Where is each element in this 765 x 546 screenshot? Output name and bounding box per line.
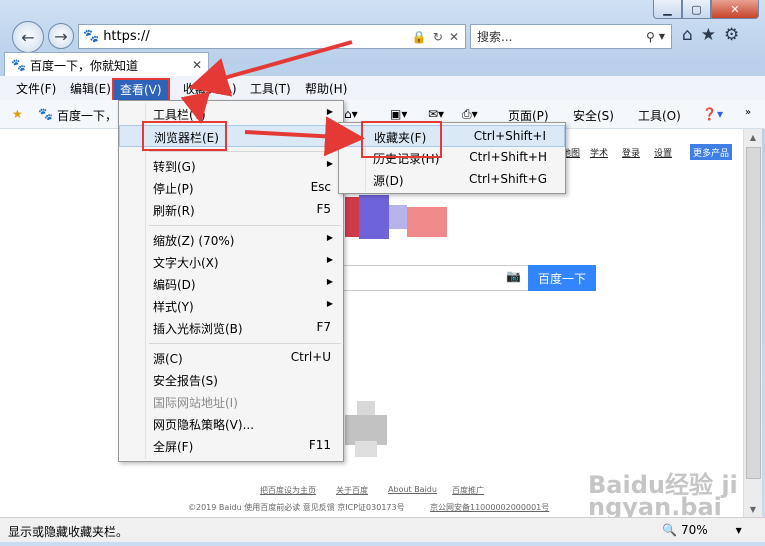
- close-tab-icon[interactable]: ✕: [192, 58, 202, 72]
- toplink-scholar[interactable]: 学术: [590, 146, 608, 159]
- back-arrow-icon: ←: [21, 27, 35, 47]
- star-icon[interactable]: ★: [701, 25, 716, 45]
- refresh-icon[interactable]: ↻: [433, 30, 443, 44]
- home-small-icon[interactable]: ⌂▾: [344, 107, 358, 121]
- submenu-arrow-icon: ▶: [326, 277, 333, 286]
- tab-favicon-icon: 🐾: [11, 58, 26, 72]
- feeds-icon[interactable]: ▣▾: [390, 107, 407, 121]
- baidu-search-input[interactable]: [342, 265, 529, 291]
- view-menu-text-size[interactable]: 文字大小(X) ▶: [119, 251, 343, 273]
- footer-link-about[interactable]: 关于百度: [336, 485, 368, 496]
- submenu-arrow-icon: ▶: [326, 255, 333, 264]
- forward-arrow-icon: →: [54, 26, 68, 46]
- submenu-arrow-icon: ▶: [326, 299, 333, 308]
- view-menu-intl-address: 国际网站地址(I): [153, 396, 238, 410]
- qr-code-blurred: [345, 401, 387, 457]
- menu-bar: 文件(F) 编辑(E) 查看(V) 收藏夹(A) 工具(T) 帮助(H): [0, 76, 765, 102]
- menu-file[interactable]: 文件(F): [16, 80, 56, 97]
- camera-icon[interactable]: 📷: [506, 269, 521, 283]
- print-icon[interactable]: ⎙▾: [462, 107, 478, 122]
- safety-menu[interactable]: 安全(S): [573, 107, 614, 124]
- view-menu-stop[interactable]: 停止(P) Esc: [119, 177, 343, 199]
- scroll-up-icon[interactable]: ▲: [744, 129, 762, 145]
- favorite-favicon-icon: 🐾: [38, 107, 53, 121]
- view-menu-source[interactable]: 源(C) Ctrl+U: [119, 347, 343, 369]
- submenu-arrow-icon: ▶: [325, 130, 332, 139]
- close-icon[interactable]: ✕: [449, 30, 459, 44]
- search-input[interactable]: 搜索... ⚲ ▼: [470, 24, 672, 49]
- view-menu-fullscreen[interactable]: 全屏(F) F11: [119, 435, 343, 457]
- search-icon[interactable]: ⚲: [646, 30, 655, 44]
- explorer-bar-feeds[interactable]: 源(D) Ctrl+Shift+G: [339, 169, 565, 191]
- scroll-thumb[interactable]: [746, 147, 761, 479]
- zoom-icon: 🔍: [662, 523, 677, 537]
- window-caption-buttons: ▁ ▢ ✕: [653, 0, 759, 20]
- footer-link-about-en[interactable]: About Baidu: [388, 485, 437, 494]
- browser-window: ▁ ▢ ✕ ← → 🐾 https:// 🔒 ↻ ✕ 搜索... ⚲ ▼ ⌂ ★…: [0, 0, 765, 546]
- police-record-link[interactable]: 京公网安备11000002000001号: [430, 502, 549, 513]
- address-bar[interactable]: 🐾 https:// 🔒 ↻ ✕: [78, 24, 466, 49]
- chevron-down-icon: ▼: [735, 525, 742, 535]
- toplink-settings[interactable]: 设置: [654, 146, 672, 159]
- tab-title: 百度一下，你就知道: [29, 58, 138, 73]
- address-text: https://: [103, 29, 150, 44]
- submenu-arrow-icon: ▶: [326, 159, 333, 168]
- tab-baidu[interactable]: 🐾 百度一下，你就知道 ✕: [4, 52, 209, 77]
- zoom-control[interactable]: 🔍 70% ▼: [662, 523, 742, 537]
- view-menu-caret-browsing[interactable]: 插入光标浏览(B) F7: [119, 317, 343, 339]
- view-menu-privacy-policy[interactable]: 网页隐私策略(V)...: [119, 413, 343, 435]
- zoom-level: 70%: [680, 523, 708, 537]
- favorites-star-icon[interactable]: ★: [12, 107, 23, 121]
- browser-toolbar-icons: ⌂ ★ ⚙: [682, 25, 739, 45]
- annotation-box-explorer-bar: [142, 121, 227, 151]
- view-menu-style[interactable]: 样式(Y) ▶: [119, 295, 343, 317]
- view-menu-zoom[interactable]: 缩放(Z) (70%) ▶: [119, 229, 343, 251]
- maximize-button[interactable]: ▢: [682, 0, 711, 19]
- lock-icon[interactable]: 🔒: [412, 30, 427, 44]
- home-icon[interactable]: ⌂: [682, 25, 693, 45]
- status-text: 显示或隐藏收藏夹栏。: [8, 525, 129, 539]
- chevron-down-icon[interactable]: ▼: [659, 32, 665, 41]
- baidu-logo-blurred: [345, 195, 447, 239]
- submenu-arrow-icon: ▶: [326, 233, 333, 242]
- help-icon[interactable]: ❓▾: [702, 107, 723, 121]
- back-button[interactable]: ←: [12, 21, 44, 53]
- site-favicon-icon: 🐾: [83, 29, 100, 44]
- menu-edit[interactable]: 编辑(E): [70, 80, 111, 97]
- mail-icon[interactable]: ✉▾: [428, 107, 444, 121]
- status-bar: 显示或隐藏收藏夹栏。 🔍 70% ▼: [0, 517, 765, 542]
- vertical-scrollbar[interactable]: ▲ ▼: [743, 129, 762, 517]
- view-menu-encoding[interactable]: 编码(D) ▶: [119, 273, 343, 295]
- minimize-button[interactable]: ▁: [653, 0, 682, 19]
- toplink-login[interactable]: 登录: [622, 146, 640, 159]
- menu-view[interactable]: 查看(V): [112, 78, 170, 102]
- more-products-button[interactable]: 更多产品: [690, 144, 732, 160]
- forward-button[interactable]: →: [48, 23, 74, 49]
- copyright-text: ©2019 Baidu 使用百度前必读 意见反馈 京ICP证030173号: [188, 503, 405, 512]
- view-menu-security-report[interactable]: 安全报告(S): [119, 369, 343, 391]
- gear-icon[interactable]: ⚙: [724, 25, 739, 45]
- scroll-down-icon[interactable]: ▼: [744, 501, 762, 517]
- menu-favorites[interactable]: 收藏夹(A): [183, 80, 237, 97]
- menu-tools[interactable]: 工具(T): [250, 80, 291, 97]
- tools-menu[interactable]: 工具(O): [638, 107, 681, 124]
- menu-help[interactable]: 帮助(H): [305, 80, 347, 97]
- submenu-arrow-icon: ▶: [326, 107, 333, 116]
- search-placeholder: 搜索...: [477, 30, 513, 44]
- close-button[interactable]: ✕: [711, 0, 759, 19]
- view-menu-refresh[interactable]: 刷新(R) F5: [119, 199, 343, 221]
- baidu-search-button[interactable]: 百度一下: [528, 265, 596, 291]
- view-menu-goto[interactable]: 转到(G) ▶: [119, 155, 343, 177]
- chevron-more-icon[interactable]: »: [745, 107, 751, 118]
- footer-link-promote[interactable]: 百度推广: [452, 485, 484, 496]
- footer-link-homepage[interactable]: 把百度设为主页: [260, 485, 316, 496]
- annotation-box-favorites: [361, 121, 442, 158]
- view-menu: 工具栏(T) ▶ 浏览器栏(E) ▶ 转到(G) ▶ 停止(P) Esc 刷新(R) F5…: [118, 100, 344, 462]
